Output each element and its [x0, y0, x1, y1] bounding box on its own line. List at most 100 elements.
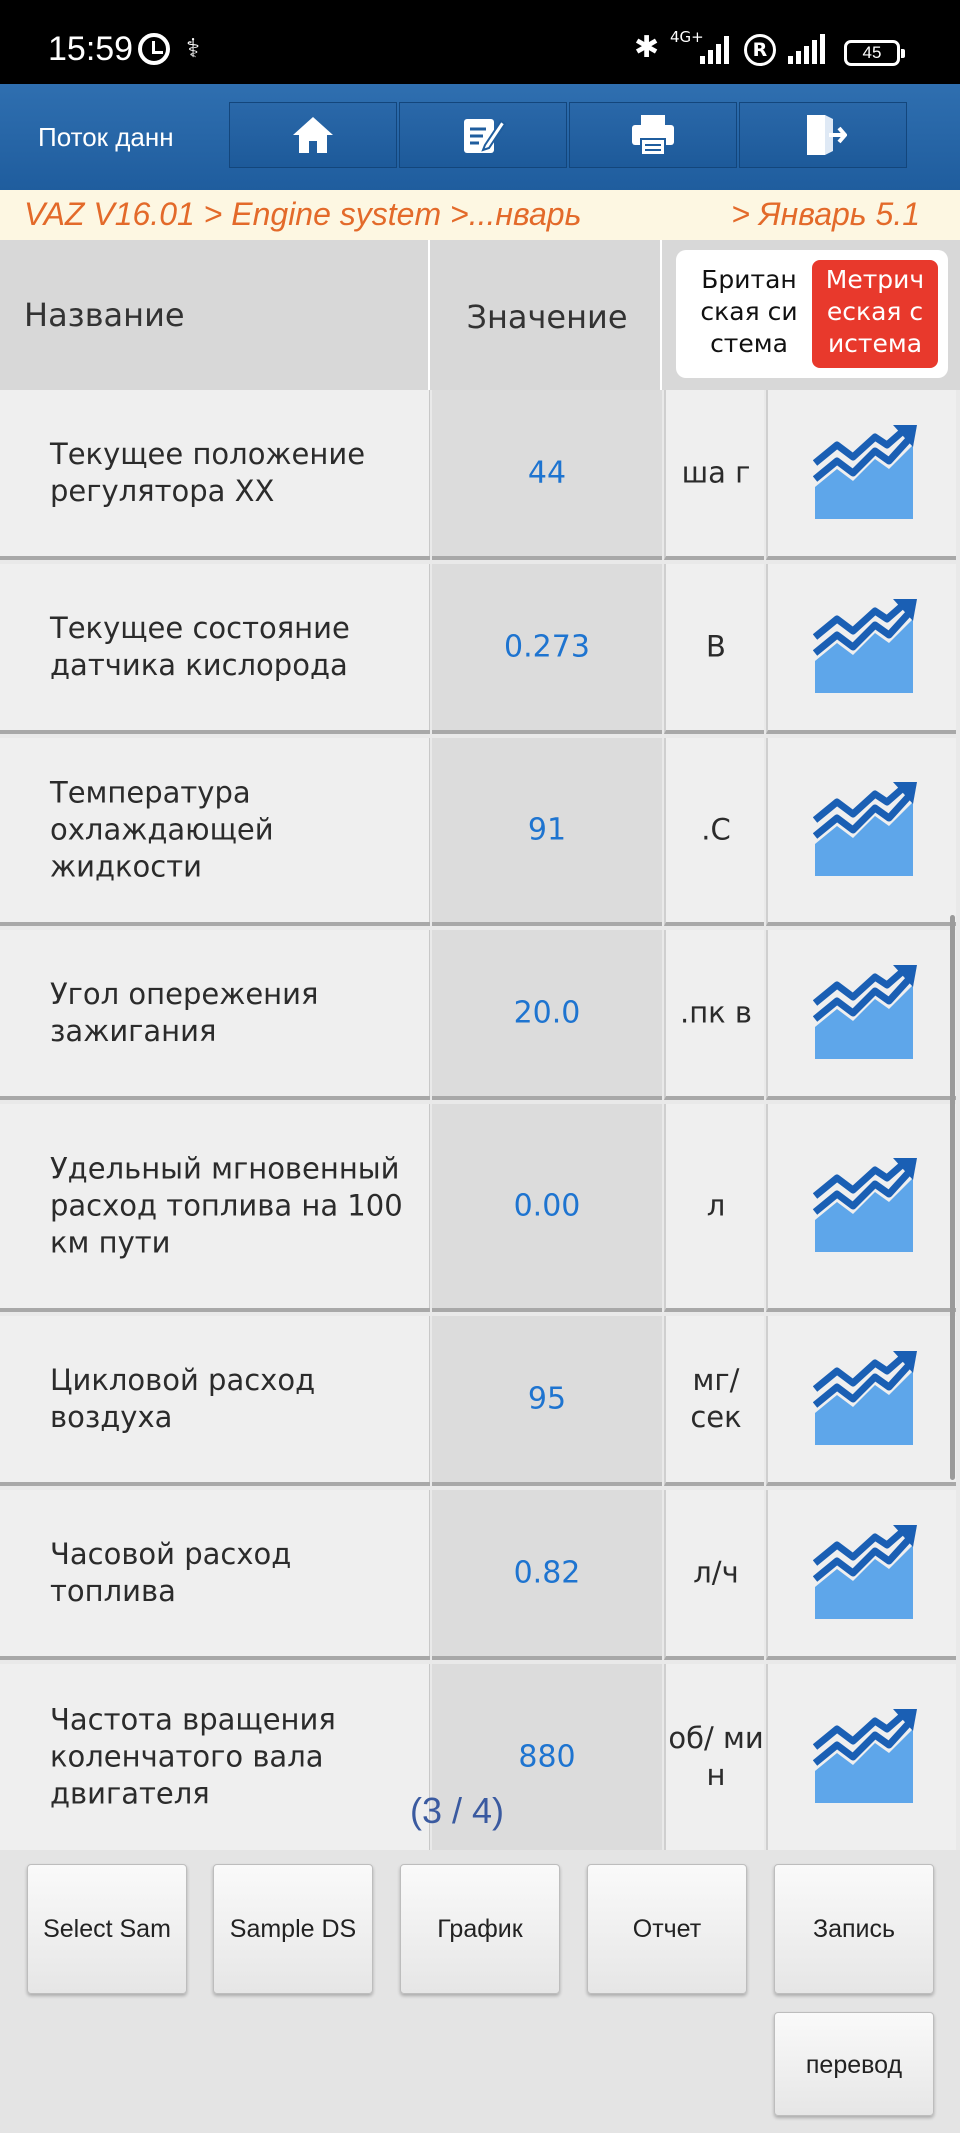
- graph-cell-button[interactable]: [766, 930, 956, 1100]
- metric-units-button[interactable]: Метрич еская с истема: [812, 260, 938, 368]
- chart-icon: [813, 1351, 917, 1445]
- translate-button[interactable]: перевод: [774, 2012, 934, 2116]
- param-unit-cell: В: [664, 564, 764, 734]
- screen-title: Поток данн: [38, 122, 174, 152]
- chart-icon: [813, 965, 917, 1059]
- breadcrumb-version: > Январь 5.1: [731, 196, 920, 232]
- param-name: Цикловой расход воздуха: [50, 1363, 316, 1434]
- chart-icon: [813, 1709, 917, 1803]
- report-button[interactable]: Отчет: [587, 1864, 747, 1994]
- signal-icon: [700, 34, 732, 64]
- param-name-cell: Температура охлаждающей жидкости: [0, 738, 430, 926]
- table-row[interactable]: Температура охлаждающей жидкости 91 .С: [0, 738, 960, 926]
- param-unit: мг/ сек: [690, 1363, 742, 1434]
- graph-cell-button[interactable]: [766, 1490, 956, 1660]
- param-unit-cell: об/ ми н: [664, 1664, 764, 1850]
- column-header-name-label: Название: [24, 296, 185, 334]
- param-unit-cell: л: [664, 1104, 764, 1312]
- graph-cell-button[interactable]: [766, 1104, 956, 1312]
- param-name-cell: Угол опережения зажигания: [0, 930, 430, 1100]
- table-row[interactable]: Удельный мгновенный расход топлива на 10…: [0, 1104, 960, 1312]
- home-button[interactable]: [229, 102, 397, 168]
- battery-icon: 45: [844, 40, 905, 66]
- graph-button[interactable]: График: [400, 1864, 560, 1994]
- chart-icon: [813, 425, 917, 519]
- param-name: Частота вращения коленчатого вала двигат…: [50, 1702, 336, 1811]
- bottom-toolbar: Select Sam Sample DS График Отчет Запись…: [0, 1850, 960, 2133]
- graph-cell-button[interactable]: [766, 738, 956, 926]
- param-name-cell: Текущее положение регулятора ХХ: [0, 390, 430, 560]
- param-unit: .пк в: [679, 995, 752, 1030]
- param-value-cell: 0.82: [432, 1490, 662, 1660]
- param-name-cell: Частота вращения коленчатого вала двигат…: [0, 1664, 430, 1850]
- table-row[interactable]: Цикловой расход воздуха 95 мг/ сек: [0, 1316, 960, 1486]
- param-unit: л/ч: [693, 1555, 739, 1590]
- param-value-cell: 0.00: [432, 1104, 662, 1312]
- home-icon: [293, 117, 333, 153]
- unit-system-toggle: Британ ская си стема Метрич еская с исте…: [676, 250, 948, 378]
- param-value: 880: [518, 1739, 576, 1775]
- param-name-cell: Часовой расход топлива: [0, 1490, 430, 1660]
- param-unit: л: [706, 1188, 726, 1223]
- graph-cell-button[interactable]: [766, 564, 956, 734]
- exit-button[interactable]: [739, 102, 907, 168]
- param-name-cell: Цикловой расход воздуха: [0, 1316, 430, 1486]
- column-header-value: Значение: [432, 240, 662, 390]
- british-units-button[interactable]: Британ ская си стема: [684, 260, 814, 368]
- table-header: Название Значение Британ ская си стема М…: [0, 240, 960, 390]
- chart-icon: [813, 1525, 917, 1619]
- table-row[interactable]: Угол опережения зажигания 20.0 .пк в: [0, 930, 960, 1100]
- table-row[interactable]: Часовой расход топлива 0.82 л/ч: [0, 1490, 960, 1660]
- param-unit-cell: ша г: [664, 390, 764, 560]
- param-name: Температура охлаждающей жидкости: [50, 775, 274, 884]
- param-name: Удельный мгновенный расход топлива на 10…: [50, 1151, 403, 1260]
- param-value: 91: [527, 812, 567, 848]
- param-unit-cell: л/ч: [664, 1490, 764, 1660]
- bluetooth-icon: ✱: [634, 30, 660, 65]
- table-row[interactable]: Текущее состояние датчика кислорода 0.273…: [0, 564, 960, 734]
- param-unit: ша г: [681, 455, 751, 490]
- param-name-cell: Текущее состояние датчика кислорода: [0, 564, 430, 734]
- param-value: 20.0: [513, 995, 581, 1031]
- graph-cell-button[interactable]: [766, 1316, 956, 1486]
- param-name: Текущее положение регулятора ХХ: [50, 437, 366, 508]
- graph-cell-button[interactable]: [766, 390, 956, 560]
- param-name: Угол опережения зажигания: [50, 977, 319, 1048]
- chart-icon: [813, 782, 917, 876]
- sample-ds-button[interactable]: Sample DS: [213, 1864, 373, 1994]
- param-unit: .С: [701, 812, 731, 847]
- param-value: 44: [527, 455, 567, 491]
- column-header-name: Название: [0, 240, 430, 390]
- exit-icon: [807, 115, 847, 155]
- param-value: 0.82: [513, 1555, 581, 1591]
- select-sample-button[interactable]: Select Sam: [27, 1864, 187, 1994]
- status-bar: 15:59 ⚕ ✱ 4G+ R 45: [0, 0, 960, 84]
- record-button[interactable]: Запись: [774, 1864, 934, 1994]
- print-icon: [632, 115, 674, 156]
- signal-icon-2: [788, 34, 830, 64]
- param-value-cell: 20.0: [432, 930, 662, 1100]
- param-value: 0.00: [513, 1188, 581, 1224]
- table-row[interactable]: Текущее положение регулятора ХХ 44 ша г: [0, 390, 960, 560]
- breadcrumb: VAZ V16.01 > Engine system >...нварь > Я…: [0, 190, 960, 240]
- param-name: Текущее состояние датчика кислорода: [50, 611, 350, 682]
- print-button[interactable]: [569, 102, 737, 168]
- page-indicator: (3 / 4): [410, 1790, 505, 1831]
- param-unit: об/ ми н: [668, 1721, 764, 1792]
- app-toolbar: Поток данн: [0, 84, 960, 190]
- alarm-icon: [138, 33, 170, 65]
- graph-cell-button[interactable]: [766, 1664, 956, 1850]
- network-type: 4G+: [670, 28, 704, 46]
- roaming-icon: R: [744, 34, 776, 66]
- column-header-value-label: Значение: [466, 298, 628, 336]
- param-value-cell: 0.273: [432, 564, 662, 734]
- edit-button[interactable]: [399, 102, 567, 168]
- status-time: 15:59: [48, 30, 134, 68]
- param-value-cell: 91: [432, 738, 662, 926]
- param-unit-cell: .пк в: [664, 930, 764, 1100]
- scrollbar[interactable]: [950, 915, 955, 1480]
- param-name-cell: Удельный мгновенный расход топлива на 10…: [0, 1104, 430, 1312]
- param-value: 0.273: [504, 629, 590, 665]
- param-value-cell: 44: [432, 390, 662, 560]
- param-unit-cell: мг/ сек: [664, 1316, 764, 1486]
